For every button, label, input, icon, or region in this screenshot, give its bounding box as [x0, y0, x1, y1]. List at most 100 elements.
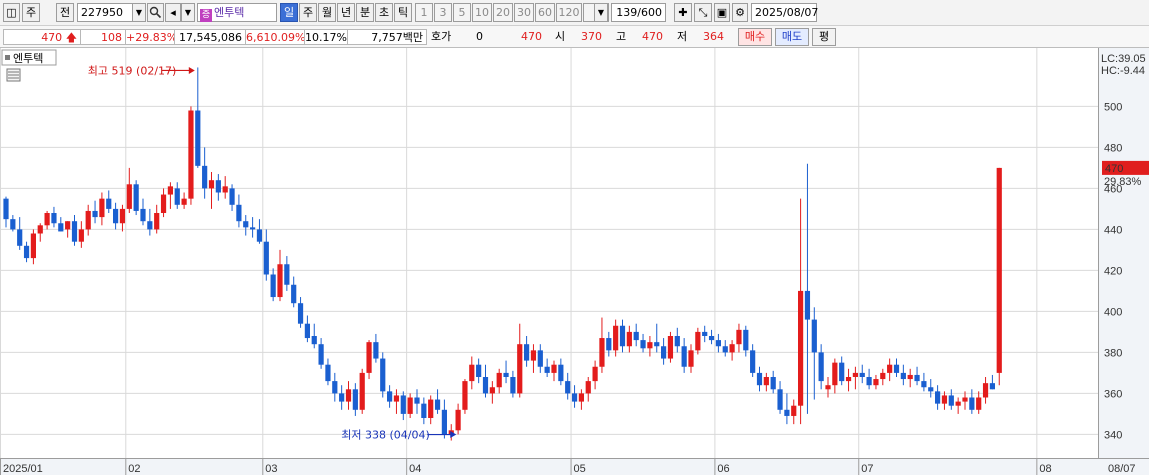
timeframe-minute[interactable]: 분: [356, 3, 374, 22]
quote-bar: 470 🡅 108 +29.83% 17,545,086 6,610.09% 1…: [0, 26, 1149, 48]
candle-body: [469, 364, 475, 382]
candle-body: [969, 397, 975, 410]
candle-body: [236, 204, 242, 222]
candle-body: [941, 395, 948, 404]
timeframe-week[interactable]: 주: [299, 3, 317, 22]
y-tick-label: 420: [1104, 265, 1122, 277]
speaker-icon[interactable]: ◂: [165, 3, 181, 22]
candle-body: [359, 372, 365, 410]
candle-body: [284, 264, 290, 285]
timeframe-tick[interactable]: 틱: [394, 3, 412, 22]
interval-5[interactable]: 5: [453, 3, 471, 22]
search-icon[interactable]: [147, 3, 164, 22]
candle-body: [188, 110, 194, 199]
chart-canvas[interactable]: 3403603804004204404604805002025/01 02 03 04…: [0, 48, 1149, 475]
candle-body: [674, 336, 680, 347]
speaker-dropdown-icon[interactable]: ▼: [181, 3, 195, 22]
buy-button[interactable]: 매수: [738, 28, 772, 46]
volume-ratio: 6,610.09%: [245, 29, 306, 45]
interval-10[interactable]: 10: [472, 3, 492, 22]
x-tick-label: 05: [574, 463, 586, 475]
candle-body: [503, 372, 509, 377]
candle-body: [667, 336, 674, 359]
candle-body: [455, 409, 461, 431]
hoga-label: 호가: [431, 30, 452, 43]
interval-30[interactable]: 30: [514, 3, 534, 22]
candle-body: [160, 194, 167, 213]
prev-button[interactable]: 전: [56, 3, 74, 22]
candle-body: [524, 344, 530, 361]
candle-body: [736, 329, 742, 345]
hc-label: HC:-9.44: [1101, 65, 1145, 77]
candle-body: [866, 377, 872, 386]
candle-body: [722, 346, 728, 353]
code-dropdown-icon[interactable]: ▼: [132, 3, 146, 22]
candle-body: [291, 284, 297, 304]
candle-body: [414, 397, 420, 404]
candle-body: [202, 165, 208, 189]
indicator-icon[interactable]: ✚: [674, 3, 692, 22]
timeframe-year[interactable]: 년: [337, 3, 355, 22]
data-count-field[interactable]: 139/600: [611, 3, 666, 22]
evaluate-button[interactable]: 평: [812, 28, 836, 46]
timeframe-second[interactable]: 초: [375, 3, 393, 22]
y-tick-label: 360: [1104, 388, 1122, 400]
candle-body: [702, 331, 708, 336]
candle-body: [839, 362, 845, 382]
candle-body: [537, 350, 543, 367]
x-tick-label: 07: [861, 463, 873, 475]
gear-icon[interactable]: ⚙: [732, 3, 748, 22]
candle-body: [613, 325, 619, 351]
high-price: 470: [642, 30, 663, 43]
candle-body: [606, 338, 612, 351]
sell-button[interactable]: 매도: [775, 28, 809, 46]
candle-body: [387, 391, 393, 402]
interval-3[interactable]: 3: [434, 3, 452, 22]
candle-body: [339, 393, 345, 402]
candle-body: [407, 397, 413, 414]
candle-body: [640, 340, 646, 349]
candle-body: [825, 385, 831, 390]
candle-body: [544, 366, 550, 373]
candle-body: [256, 229, 263, 242]
candle-body: [277, 264, 283, 298]
date-field[interactable]: 2025/08/07: [751, 3, 818, 22]
stock-name-field[interactable]: 증 엔투텍: [197, 3, 277, 22]
candle-body: [626, 331, 632, 347]
candle-body: [195, 110, 201, 166]
candle-body: [133, 184, 139, 211]
candle-body: [798, 290, 804, 406]
y-tick-label: 440: [1104, 224, 1122, 236]
candle-body: [489, 387, 495, 394]
stock-code-input[interactable]: 227950: [77, 3, 133, 22]
interval-20[interactable]: 20: [493, 3, 513, 22]
timeframe-day[interactable]: 일: [280, 3, 298, 22]
draw-tool-icon[interactable]: ⤡: [694, 3, 712, 22]
candle-body: [332, 381, 338, 394]
candle-body: [352, 389, 358, 410]
candle-body: [482, 377, 489, 394]
candle-body: [859, 372, 865, 377]
candle-body: [441, 409, 447, 435]
change-percent: +29.83%: [125, 29, 178, 45]
candle-body: [140, 208, 146, 222]
candle-body: [530, 350, 537, 361]
candle-body: [263, 241, 269, 275]
candle-body: [208, 180, 215, 189]
chart-background: [0, 48, 1149, 475]
candle-body: [65, 221, 71, 230]
period-toggle-button[interactable]: 주: [22, 3, 40, 22]
timeframe-month[interactable]: 월: [318, 3, 336, 22]
interval-120[interactable]: 120: [556, 3, 582, 22]
candle-body: [784, 409, 790, 416]
candle-body: [900, 372, 906, 380]
interval-1[interactable]: 1: [415, 3, 433, 22]
candle-body: [23, 245, 30, 259]
interval-60[interactable]: 60: [535, 3, 555, 22]
candlestick-chart[interactable]: 340 360 380 400 420 440 460 480 500 2025/01 02 03 04…: [0, 48, 1149, 475]
window-icon[interactable]: ◫: [3, 3, 20, 22]
save-icon[interactable]: ▣: [714, 3, 730, 22]
interval-dropdown-icon[interactable]: ▼: [594, 3, 608, 22]
candle-body: [462, 381, 468, 410]
candle-body: [3, 198, 9, 220]
